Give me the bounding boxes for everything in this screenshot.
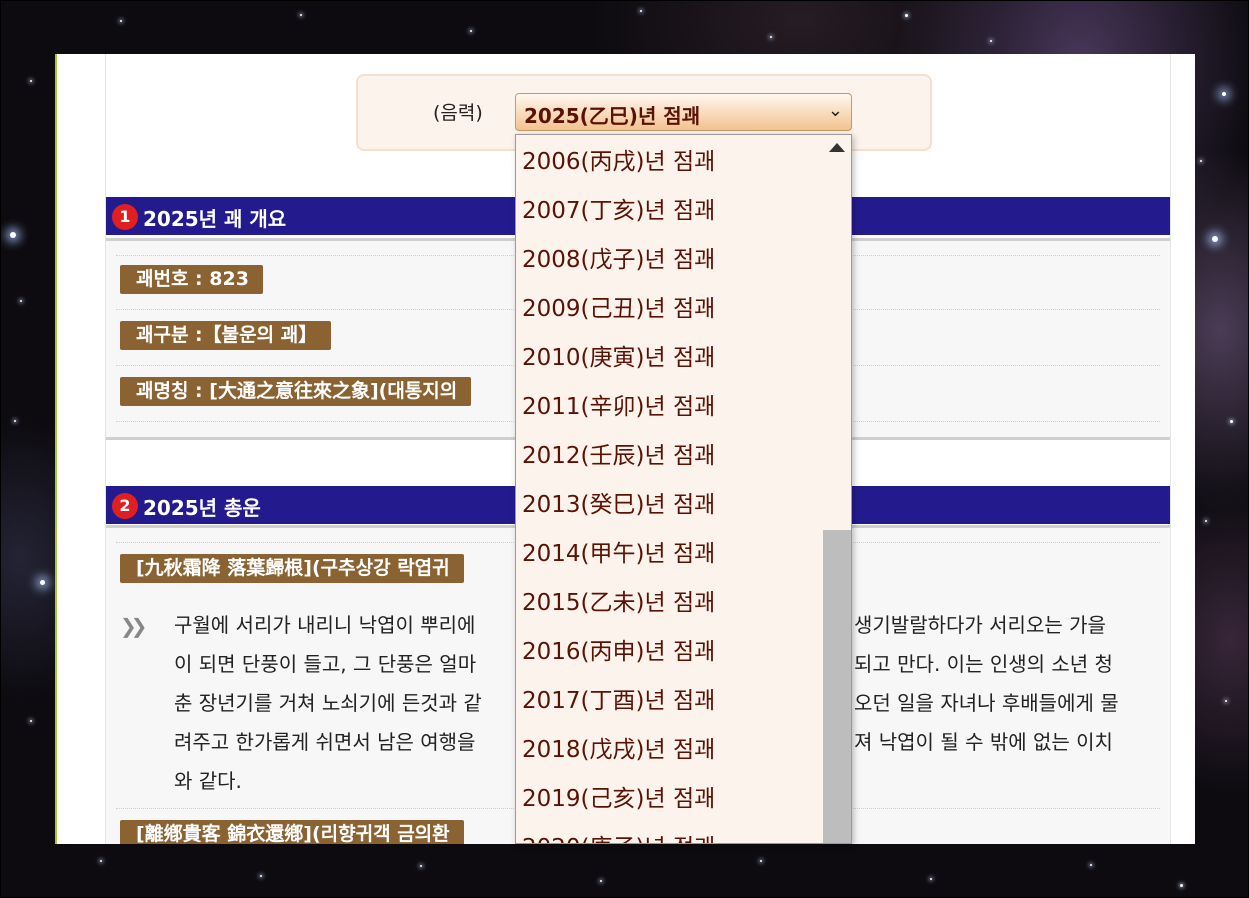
year-option[interactable]: 2008(戊子)년 점괘 — [522, 240, 812, 280]
fortune-paragraph-right: 생기발랄하다가 서리오는 가을 되고 만다. 이는 인생의 소년 청 오던 일을… — [854, 613, 1119, 754]
hexagram-number-tag: 괘번호 : 823 — [120, 265, 263, 294]
year-dropdown-list[interactable]: 2006(丙戌)년 점괘 2007(丁亥)년 점괘 2008(戊子)년 점괘 2… — [515, 134, 852, 844]
section-1-title: 2025년 괘 개요 — [143, 207, 287, 231]
year-option[interactable]: 2007(丁亥)년 점괘 — [522, 191, 812, 231]
dropdown-scrollbar[interactable] — [823, 135, 851, 843]
section-2-number: 2 — [112, 493, 138, 519]
year-option[interactable]: 2019(己亥)년 점괘 — [522, 779, 812, 819]
year-option[interactable]: 2020(庚子)년 점괘 — [522, 828, 812, 843]
hexagram-category-tag: 괘구분 :【불운의 괘】 — [120, 321, 332, 350]
lunar-label: (음력) — [433, 102, 483, 124]
year-option[interactable]: 2012(壬辰)년 점괘 — [522, 436, 812, 476]
year-option[interactable]: 2016(丙申)년 점괘 — [522, 632, 812, 672]
year-option[interactable]: 2010(庚寅)년 점괘 — [522, 338, 812, 378]
year-option[interactable]: 2017(丁酉)년 점괘 — [522, 681, 812, 721]
scroll-up-arrow-icon[interactable] — [829, 143, 845, 152]
year-option[interactable]: 2014(甲午)년 점괘 — [522, 534, 812, 574]
year-select-value: 2025(乙巳)년 점괘 — [524, 104, 701, 128]
year-select[interactable]: 2025(乙巳)년 점괘 ⌄ — [515, 93, 852, 131]
chevron-down-icon: ⌄ — [827, 100, 843, 121]
year-option[interactable]: 2011(辛卯)년 점괘 — [522, 387, 812, 427]
hexagram-name-tag: 괘명칭 : [大通之意往來之象](대통지의 — [120, 377, 472, 406]
year-option[interactable]: 2015(乙未)년 점괘 — [522, 583, 812, 623]
page-edge-accent — [55, 54, 57, 844]
fortune-subtitle-2: [離鄕貴客 錦衣還鄕](리향귀객 금의환 — [120, 820, 464, 844]
fortune-subtitle-1: [九秋霜降 落葉歸根](구추상강 락엽귀 — [120, 554, 464, 583]
scroll-thumb[interactable] — [823, 530, 851, 843]
double-chevron-icon: ❯❯ — [120, 614, 148, 638]
year-option[interactable]: 2009(己丑)년 점괘 — [522, 289, 812, 329]
section-1-number: 1 — [112, 204, 138, 230]
section-2-title: 2025년 총운 — [143, 496, 261, 520]
year-option[interactable]: 2018(戊戌)년 점괘 — [522, 730, 812, 770]
year-option[interactable]: 2006(丙戌)년 점괘 — [522, 142, 812, 182]
year-option[interactable]: 2013(癸巳)년 점괘 — [522, 485, 812, 525]
